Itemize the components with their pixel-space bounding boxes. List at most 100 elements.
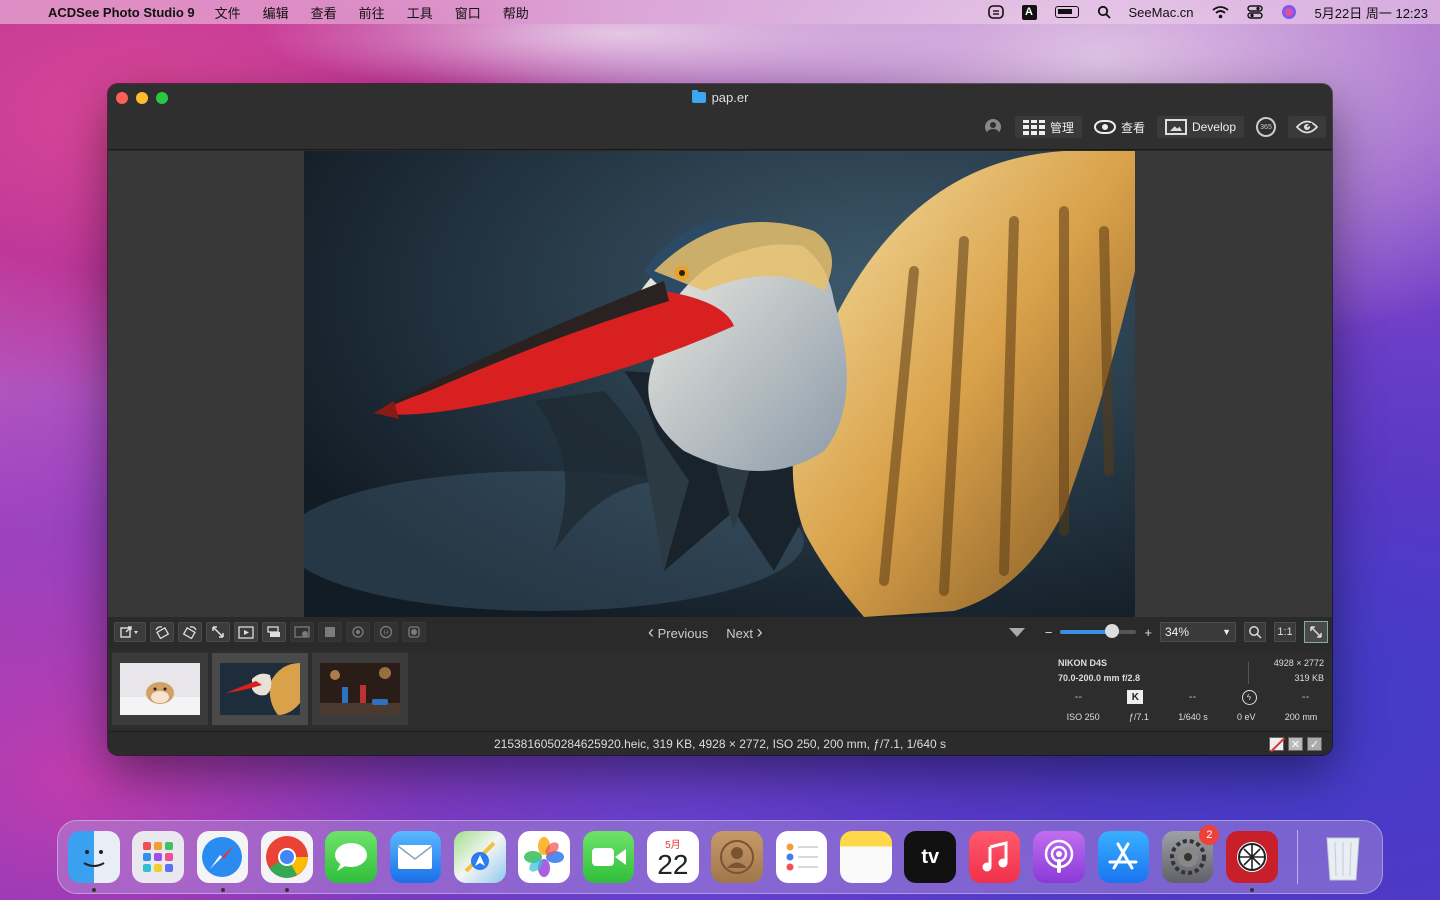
zoom-slider[interactable] xyxy=(1060,624,1137,638)
zoom-level-select[interactable]: 34% ▼ xyxy=(1160,622,1236,642)
image-dimensions: 4928 × 2772 xyxy=(1273,658,1324,668)
safari-icon[interactable] xyxy=(196,831,249,892)
wechat-status-icon[interactable] xyxy=(987,4,1004,20)
zoom-out-button[interactable]: − xyxy=(1045,625,1053,640)
menu-file[interactable]: 文件 xyxy=(215,3,241,22)
365-icon: 365 xyxy=(1256,117,1276,137)
photos-icon[interactable] xyxy=(518,831,570,883)
facetime-icon[interactable] xyxy=(582,831,635,883)
apple-tv-icon[interactable]: tv xyxy=(904,831,957,883)
user-account-icon[interactable] xyxy=(984,119,1001,135)
search-icon[interactable] xyxy=(1097,5,1111,19)
no-label-icon[interactable] xyxy=(1269,737,1284,751)
filmstrip-thumbnail[interactable] xyxy=(112,653,208,725)
zoom-slider-knob[interactable] xyxy=(1105,624,1120,638)
options-dropdown-icon[interactable] xyxy=(1008,627,1025,637)
control-center-icon[interactable] xyxy=(1246,5,1263,19)
menu-help[interactable]: 帮助 xyxy=(503,3,529,22)
chrome-icon[interactable] xyxy=(261,831,313,892)
battery-icon[interactable] xyxy=(1054,6,1079,18)
filmstrip-thumbnail[interactable] xyxy=(312,653,408,725)
system-preferences-icon[interactable]: 2 xyxy=(1161,825,1220,883)
finder-icon[interactable] xyxy=(68,831,120,892)
finder-face-icon xyxy=(83,850,105,867)
export-dropdown-button[interactable] xyxy=(114,622,146,642)
person-silhouette-icon xyxy=(720,840,755,874)
menu-tools[interactable]: 工具 xyxy=(407,3,433,22)
maps-icon[interactable] xyxy=(454,831,506,883)
manage-mode-label: 管理 xyxy=(1049,120,1074,135)
music-icon[interactable] xyxy=(968,831,1021,883)
image-viewer[interactable] xyxy=(108,151,1332,617)
dashboard-button[interactable] xyxy=(1288,116,1326,138)
tag-check-icon[interactable]: ✓ xyxy=(1307,737,1322,751)
previous-label: Previous xyxy=(657,625,709,641)
main-photo[interactable] xyxy=(304,151,1135,617)
zoom-controls: − + 34% ▼ 1:1 xyxy=(1008,617,1328,647)
focal-length-value: 200 mm xyxy=(1284,712,1318,722)
checklist-icon xyxy=(786,843,818,871)
chevron-down-icon: ▼ xyxy=(1222,627,1231,637)
siri-icon[interactable] xyxy=(1281,4,1297,20)
chrome-logo-icon xyxy=(265,836,308,878)
square-icon xyxy=(325,627,335,637)
acdsee-365-button[interactable]: 365 xyxy=(1248,116,1284,138)
exif-panel: NIKON D4S 70.0-200.0 mm f/2.8 4928 × 277… xyxy=(1052,650,1332,728)
fit-screen-button[interactable] xyxy=(206,622,230,642)
toys-thumbnail-image xyxy=(320,663,400,715)
fit-image-button[interactable] xyxy=(1304,621,1328,643)
trash-icon[interactable] xyxy=(1318,831,1370,883)
calendar-icon[interactable]: 5月 22 xyxy=(647,831,699,883)
grid-icon xyxy=(1022,119,1045,135)
podcasts-icon[interactable] xyxy=(1033,831,1085,883)
app-menu[interactable]: ACDSee Photo Studio 9 xyxy=(48,5,195,20)
mask-button[interactable] xyxy=(402,622,426,642)
rotate-left-button[interactable] xyxy=(150,622,174,642)
input-method-icon[interactable]: A xyxy=(1021,4,1037,20)
menu-window[interactable]: 窗口 xyxy=(455,3,481,22)
svg-text:H: H xyxy=(384,630,389,637)
mail-icon[interactable] xyxy=(389,831,442,883)
focus-button[interactable] xyxy=(346,622,370,642)
rotate-right-button[interactable] xyxy=(178,622,202,642)
view-mode-button[interactable]: 查看 xyxy=(1086,116,1153,138)
compare-button[interactable] xyxy=(290,622,314,642)
slideshow-button[interactable] xyxy=(234,622,258,642)
manage-mode-button[interactable]: 管理 xyxy=(1014,116,1082,138)
menu-view[interactable]: 查看 xyxy=(311,3,337,22)
launchpad-grid-icon xyxy=(143,842,174,872)
podcast-antenna-icon xyxy=(1044,839,1074,873)
dashboard-eye-icon xyxy=(1296,120,1318,134)
pelican-thumbnail-image xyxy=(220,663,300,715)
filmstrip-thumbnail-selected[interactable] xyxy=(212,653,308,725)
batch-button[interactable] xyxy=(262,622,286,642)
reject-icon[interactable]: ✕ xyxy=(1288,737,1303,751)
launchpad-icon[interactable] xyxy=(132,831,184,883)
next-button[interactable]: Next › xyxy=(726,622,762,643)
notes-icon[interactable] xyxy=(840,831,892,883)
zoom-tool-button[interactable] xyxy=(1244,622,1266,642)
actual-size-button[interactable]: 1:1 xyxy=(1274,622,1296,642)
previous-button[interactable]: ‹ Previous xyxy=(648,622,708,643)
zoom-in-button[interactable]: + xyxy=(1144,625,1152,640)
acdsee-icon[interactable] xyxy=(1226,831,1278,892)
compare-icon xyxy=(294,626,310,638)
video-camera-icon xyxy=(591,848,626,866)
contacts-icon[interactable] xyxy=(711,831,763,883)
tv-label: tv xyxy=(921,845,940,868)
music-note-icon xyxy=(982,841,1008,872)
wifi-icon[interactable] xyxy=(1211,5,1229,19)
crop-button[interactable] xyxy=(318,622,342,642)
reminders-icon[interactable] xyxy=(775,831,828,883)
messages-icon[interactable] xyxy=(325,831,377,883)
app-store-icon[interactable] xyxy=(1097,831,1150,883)
status-menu-area: A SeeMac.cn 5月22日 周一 12:23 xyxy=(987,3,1428,22)
rating-flags: ✕ ✓ xyxy=(1269,737,1322,751)
hdr-button[interactable]: H xyxy=(374,622,398,642)
clock[interactable]: 5月22日 周一 12:23 xyxy=(1315,3,1428,22)
menu-go[interactable]: 前往 xyxy=(359,3,385,22)
expand-arrows-icon xyxy=(212,626,224,638)
develop-mode-button[interactable]: Develop xyxy=(1156,116,1244,138)
exif-divider xyxy=(1248,662,1249,684)
menu-edit[interactable]: 编辑 xyxy=(263,3,289,22)
